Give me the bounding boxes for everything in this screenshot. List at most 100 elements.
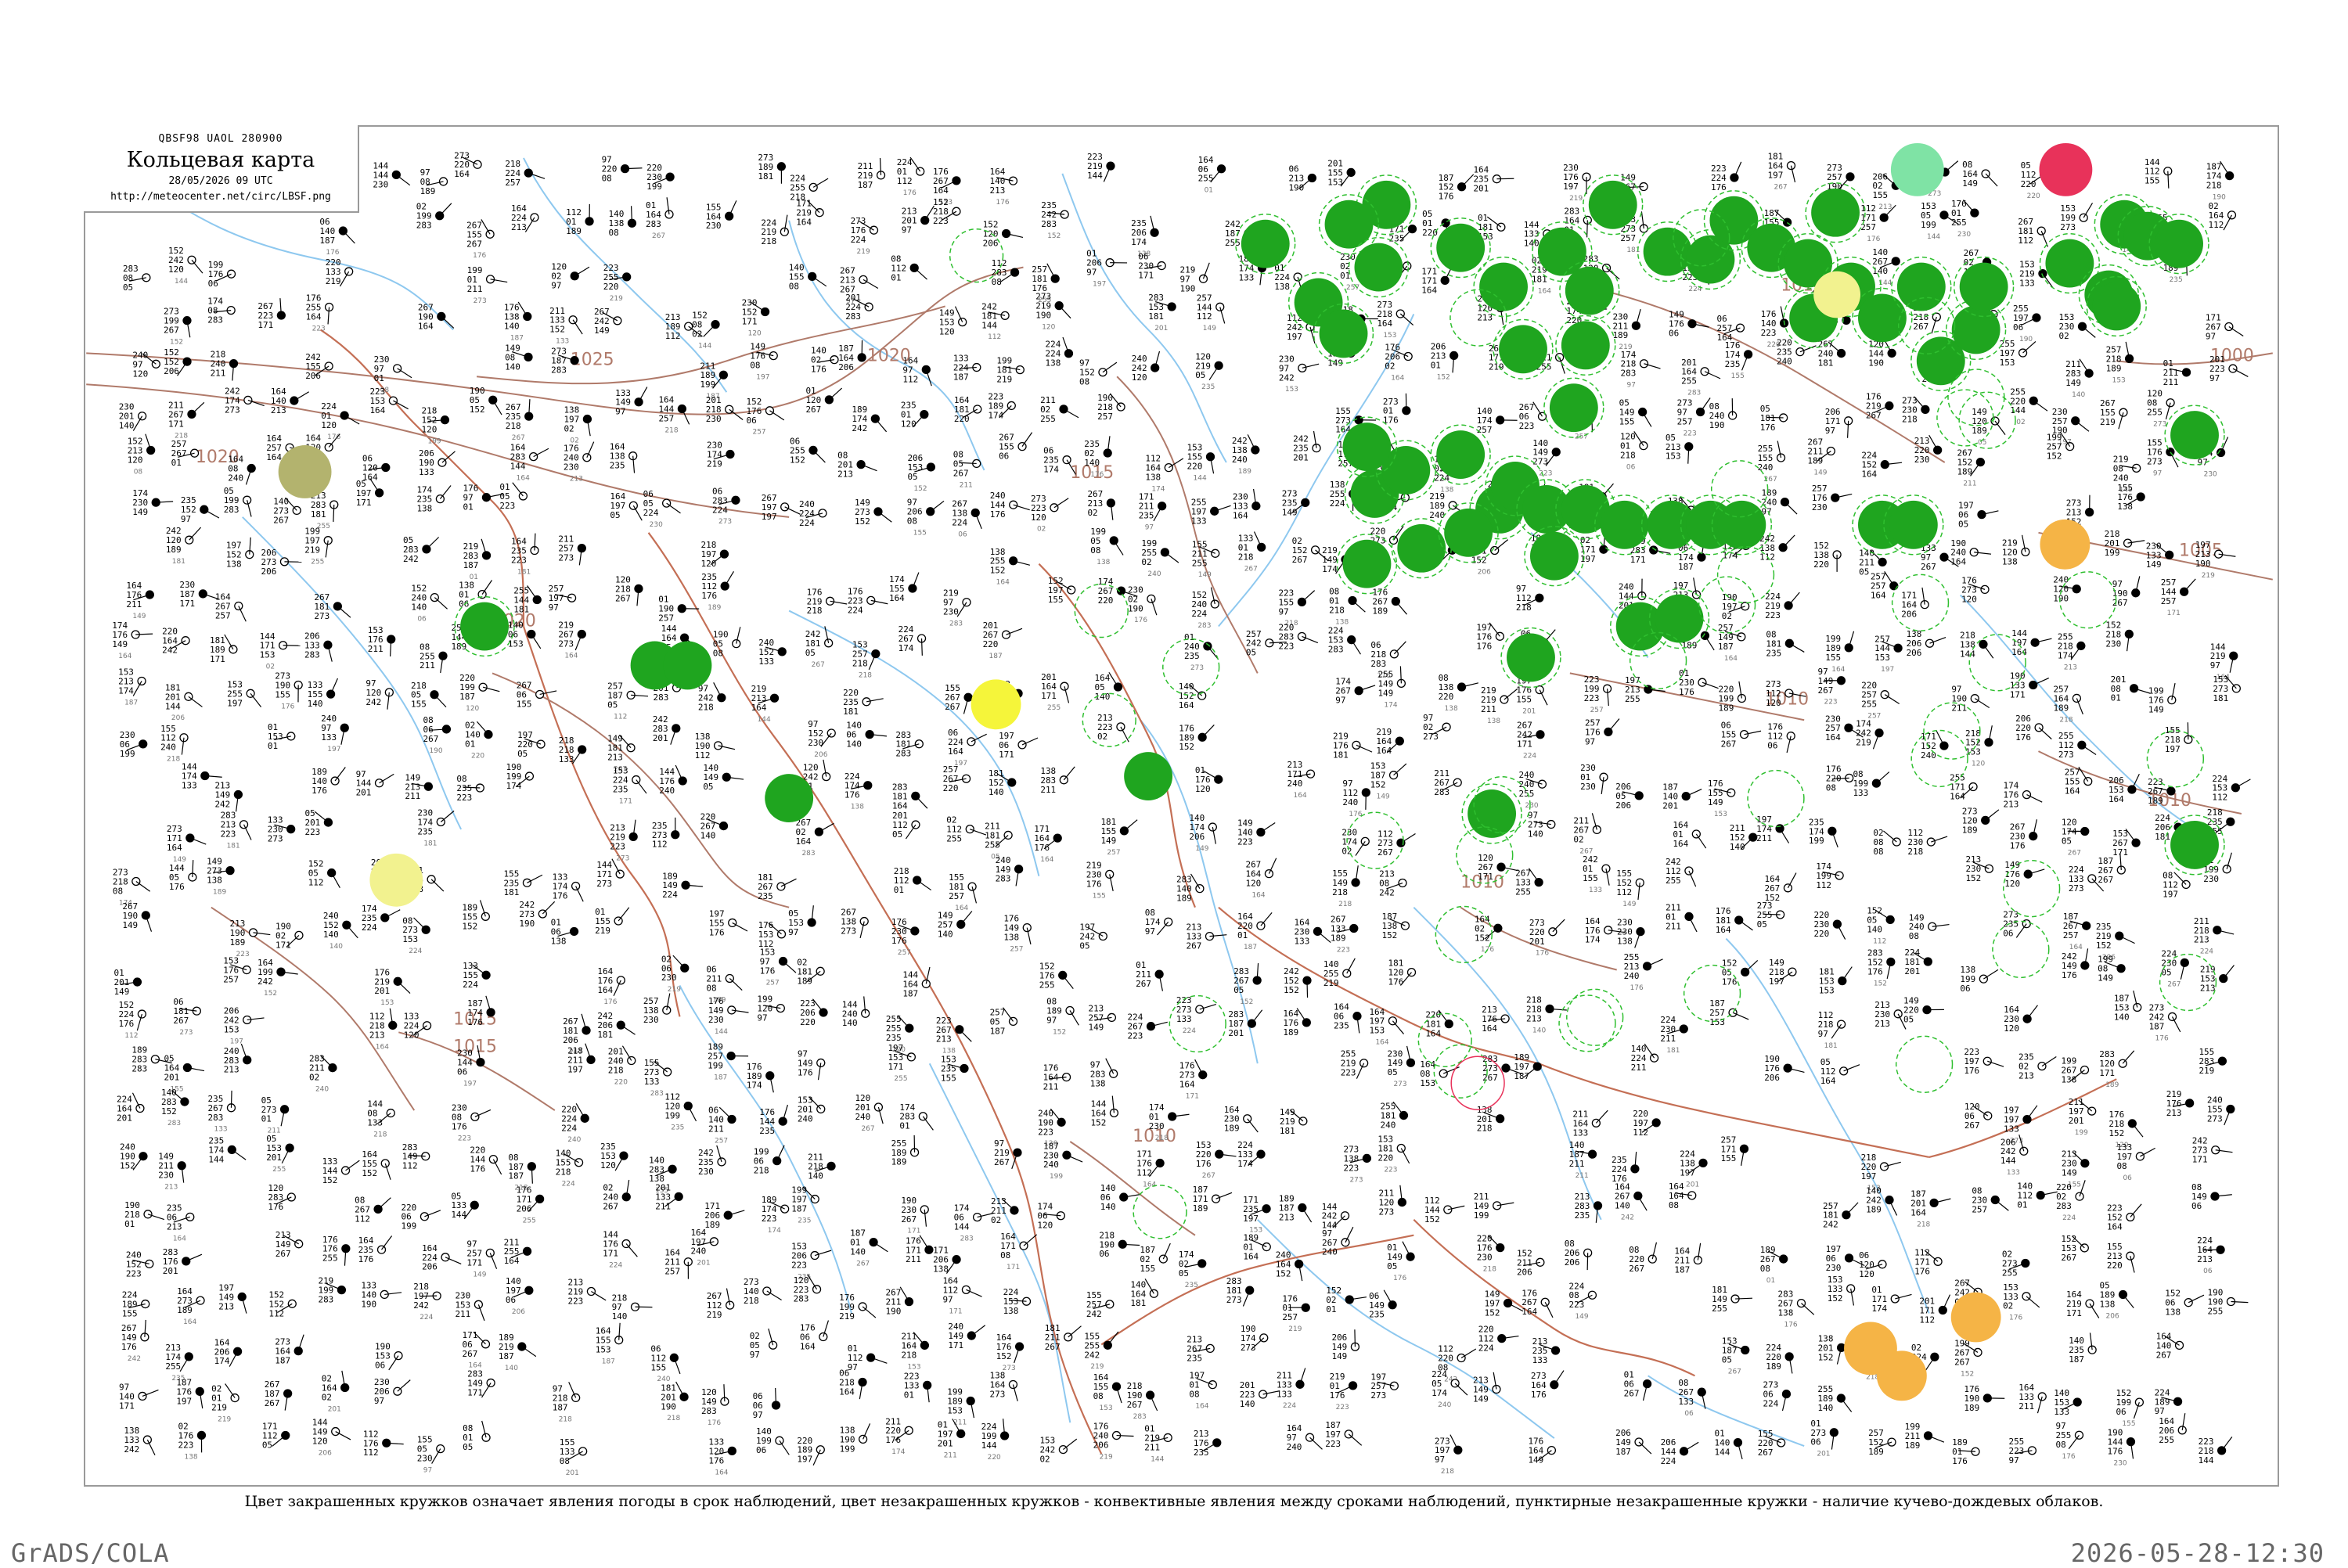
station-plot: 05283242 bbox=[403, 535, 439, 564]
station-dew: 220 bbox=[1813, 929, 1829, 939]
station-dew: 230 bbox=[1812, 502, 1828, 512]
station-plot: 213190189223 bbox=[230, 919, 271, 958]
station-plot: 15205176 bbox=[1722, 958, 1758, 987]
station-plot: 283120171189 bbox=[2099, 1049, 2134, 1089]
station-dew: 213 bbox=[2200, 984, 2216, 994]
station-dew: 283 bbox=[1328, 645, 1344, 655]
station-plot: 199176149 bbox=[2148, 683, 2176, 714]
station-plot: 140242189 bbox=[1866, 1186, 1896, 1216]
station-plot: 140255219 bbox=[1323, 958, 1356, 988]
station-dew: 112 bbox=[1616, 887, 1632, 897]
station-plot: 235112176189 bbox=[701, 571, 733, 612]
station-dew: 138 bbox=[1617, 937, 1633, 947]
station-plot: 273219190120 bbox=[1035, 292, 1071, 332]
station-dew: 140 bbox=[1615, 1200, 1630, 1210]
station-plot: 08267112 bbox=[355, 1195, 391, 1224]
station-dew: 201 bbox=[164, 1072, 179, 1082]
station-plot: 120144190 bbox=[1868, 338, 1896, 368]
wind-barb-icon bbox=[1114, 541, 1123, 556]
cloud-cover-icon bbox=[715, 742, 722, 750]
station-plot: 211255164 bbox=[504, 1237, 531, 1266]
station-id: 283 bbox=[960, 1235, 974, 1243]
station-plot: 12006267 bbox=[1964, 1102, 1992, 1131]
station-dew: 149 bbox=[112, 639, 128, 649]
station-dew: 140 bbox=[505, 361, 520, 372]
station-dew: 153 bbox=[1369, 1026, 1385, 1036]
station-dew: 152 bbox=[2047, 451, 2062, 462]
station-dew: 218 bbox=[608, 1065, 624, 1075]
station-plot: 06181267273 bbox=[173, 997, 200, 1037]
station-dew: 138 bbox=[1274, 282, 1290, 292]
station-plot: 223206220 bbox=[800, 998, 827, 1027]
station-dew: 164 bbox=[2107, 1221, 2123, 1232]
wind-barb-icon bbox=[2233, 369, 2248, 376]
station-plot: 257144257171 bbox=[2161, 577, 2196, 617]
station-dew: 189 bbox=[166, 545, 182, 555]
station-id: 235 bbox=[798, 1217, 811, 1225]
station-id: 218 bbox=[167, 756, 180, 764]
station-plot: 155181257164 bbox=[949, 872, 976, 912]
wind-barb-icon bbox=[1995, 1200, 2008, 1211]
station-plot: 176164211 bbox=[1043, 1063, 1071, 1092]
station-plot: 224219223 bbox=[1765, 592, 1799, 620]
station-plot: 144164187 bbox=[902, 967, 930, 998]
station-dew: 140 bbox=[842, 1018, 858, 1028]
station-dew: 187 bbox=[463, 560, 479, 570]
station-dew: 189 bbox=[2053, 703, 2069, 713]
wind-barb-icon bbox=[282, 1148, 290, 1163]
station-dew: 255 bbox=[1039, 980, 1055, 990]
station-dew: 189 bbox=[1972, 426, 1987, 436]
cloud-cover-icon bbox=[583, 415, 591, 423]
station-plot: 187153140 bbox=[2114, 991, 2141, 1022]
station-plot: 171219164 bbox=[796, 199, 823, 228]
station-plot: 153181220223 bbox=[1377, 1135, 1409, 1174]
station-dew: 201 bbox=[266, 1153, 282, 1163]
station-id: 201 bbox=[1686, 1181, 1699, 1189]
station-plot: 224152164 bbox=[1861, 451, 1902, 480]
station-dew: 255 bbox=[1951, 218, 1967, 228]
wind-barb-icon bbox=[813, 178, 828, 187]
station-dew: 120 bbox=[404, 1030, 420, 1041]
station-plot: 242206181 bbox=[597, 1011, 635, 1040]
station-plot: 08255211 bbox=[420, 642, 447, 673]
cloud-cover-icon bbox=[1831, 494, 1839, 502]
station-dew: 133 bbox=[1572, 1127, 1588, 1138]
station-dew: 140 bbox=[308, 699, 323, 709]
station-id: 149 bbox=[1198, 571, 1212, 579]
cloud-cover-icon bbox=[1828, 827, 1836, 835]
station-plot: 17622008 bbox=[1826, 764, 1853, 793]
station-dew: 240 bbox=[659, 786, 675, 796]
wind-barb-icon bbox=[225, 635, 233, 649]
station-dew: 176 bbox=[452, 1121, 467, 1131]
station-dew: 240 bbox=[1758, 462, 1774, 473]
station-id: 220 bbox=[614, 1078, 628, 1086]
station-plot: 176171206255 bbox=[517, 1185, 544, 1225]
station-dew: 176 bbox=[1722, 976, 1738, 987]
station-dew: 189 bbox=[1372, 606, 1388, 616]
cloud-cover-icon bbox=[1061, 682, 1068, 690]
station-id: 273 bbox=[616, 854, 629, 862]
station-dew: 213 bbox=[1874, 1019, 1890, 1029]
station-dew: 97 bbox=[615, 407, 625, 417]
station-dew: 283 bbox=[1621, 369, 1637, 379]
station-dew: 05 bbox=[1903, 1015, 1914, 1025]
station-dew: 201 bbox=[1662, 801, 1678, 811]
cloud-cover-icon bbox=[913, 876, 921, 884]
cloud-cover-icon bbox=[152, 360, 160, 368]
cloud-cover-icon bbox=[2132, 839, 2140, 847]
station-dew: 201 bbox=[1228, 1028, 1244, 1038]
station-dew: 223 bbox=[610, 841, 625, 851]
station-dew: 283 bbox=[1370, 659, 1386, 669]
station-plot: 0527301211 bbox=[261, 1095, 289, 1135]
station-dew: 273 bbox=[225, 405, 240, 415]
station-dew: 267 bbox=[1964, 1120, 1980, 1131]
station-plot: 218224257 bbox=[505, 159, 545, 188]
station-dew: 235 bbox=[1766, 648, 1781, 658]
wind-barb-icon bbox=[343, 231, 355, 243]
station-plot: 224174176138 bbox=[844, 771, 872, 811]
station-plot: 153213174187 bbox=[118, 667, 146, 707]
station-plot: 181189171 bbox=[210, 635, 237, 664]
station-plot: 138255152164 bbox=[990, 547, 1030, 587]
station-dew: 211 bbox=[2163, 377, 2179, 387]
station-plot: 144171273 bbox=[596, 859, 624, 889]
